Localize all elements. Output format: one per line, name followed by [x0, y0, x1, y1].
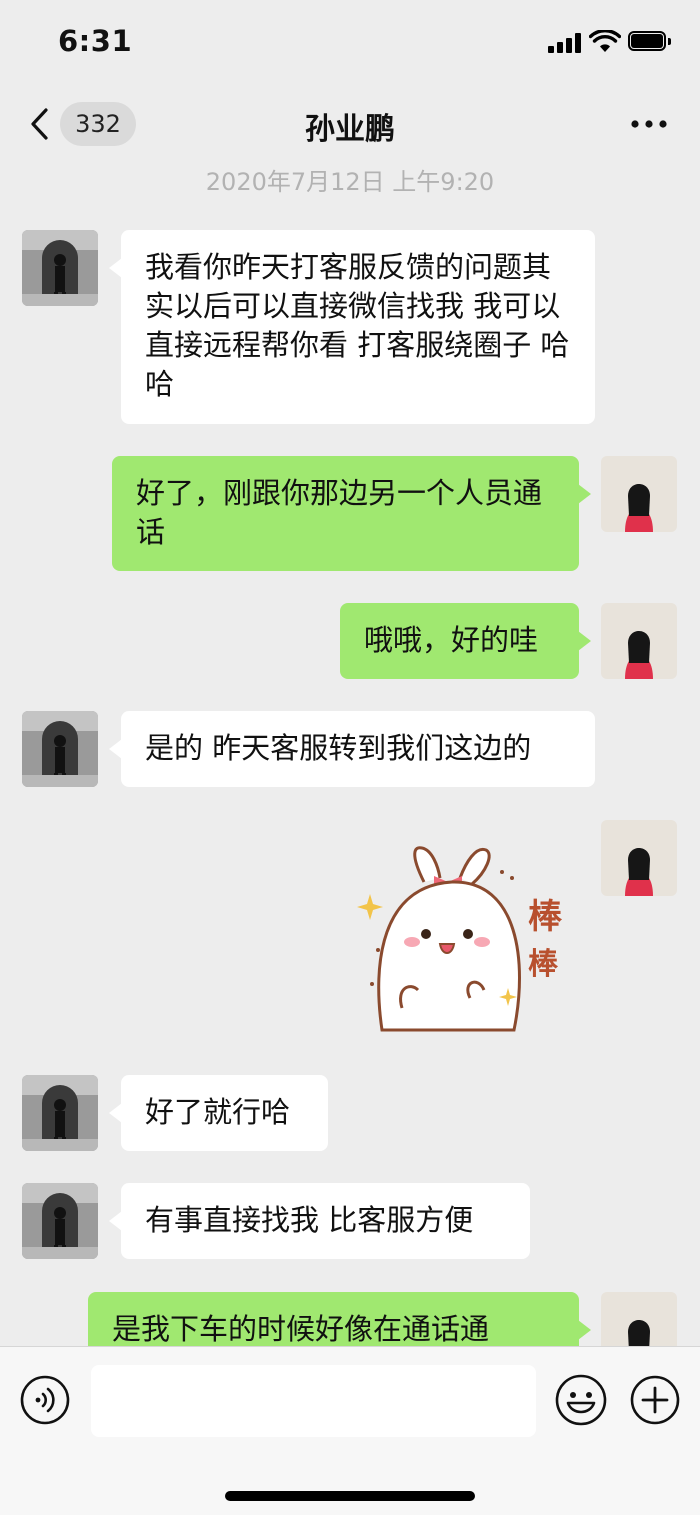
sticker-text-1: 棒: [528, 897, 563, 937]
contact-avatar[interactable]: [22, 1183, 98, 1259]
chat-header: 332 孙业鹏: [0, 88, 700, 160]
status-time: 6:31: [58, 24, 133, 58]
home-indicator: [225, 1491, 475, 1501]
emoji-icon[interactable]: [554, 1373, 608, 1427]
message-bubble-incoming[interactable]: 是的 昨天客服转到我们这边的: [109, 711, 595, 787]
sticker-text-2: 棒: [528, 947, 559, 982]
unread-count-badge[interactable]: 332: [60, 102, 136, 146]
chevron-left-icon[interactable]: [24, 106, 56, 142]
more-dots-icon[interactable]: [624, 106, 674, 142]
bunny-sticker[interactable]: 棒 棒: [352, 832, 584, 1038]
contact-avatar[interactable]: [22, 711, 98, 787]
wifi-icon: [589, 30, 621, 52]
status-bar: 6:31: [0, 0, 700, 88]
my-avatar[interactable]: [601, 603, 677, 679]
cellular-signal-icon: [548, 33, 582, 53]
message-bubble-incoming[interactable]: 我看你昨天打客服反馈的问题其实以后可以直接微信找我 我可以直接远程帮你看 打客服…: [109, 230, 595, 424]
contact-avatar[interactable]: [22, 230, 98, 306]
contact-avatar[interactable]: [22, 1075, 98, 1151]
message-bubble-incoming[interactable]: 有事直接找我 比客服方便: [109, 1183, 530, 1259]
plus-icon[interactable]: [630, 1375, 680, 1425]
message-bubble-outgoing[interactable]: 好了，刚跟你那边另一个人员通话: [112, 456, 591, 571]
message-bubble-outgoing[interactable]: 哦哦，好的哇: [340, 603, 591, 679]
voice-icon[interactable]: [20, 1375, 70, 1425]
input-bar: [0, 1346, 700, 1515]
message-bubble-incoming[interactable]: 好了就行哈: [109, 1075, 328, 1151]
chat-title: 孙业鹏: [305, 112, 395, 147]
message-timestamp: 2020年7月12日 上午9:20: [205, 168, 495, 196]
my-avatar[interactable]: [601, 456, 677, 532]
my-avatar[interactable]: [601, 820, 677, 896]
message-input[interactable]: [91, 1365, 536, 1437]
battery-icon: [628, 31, 672, 53]
